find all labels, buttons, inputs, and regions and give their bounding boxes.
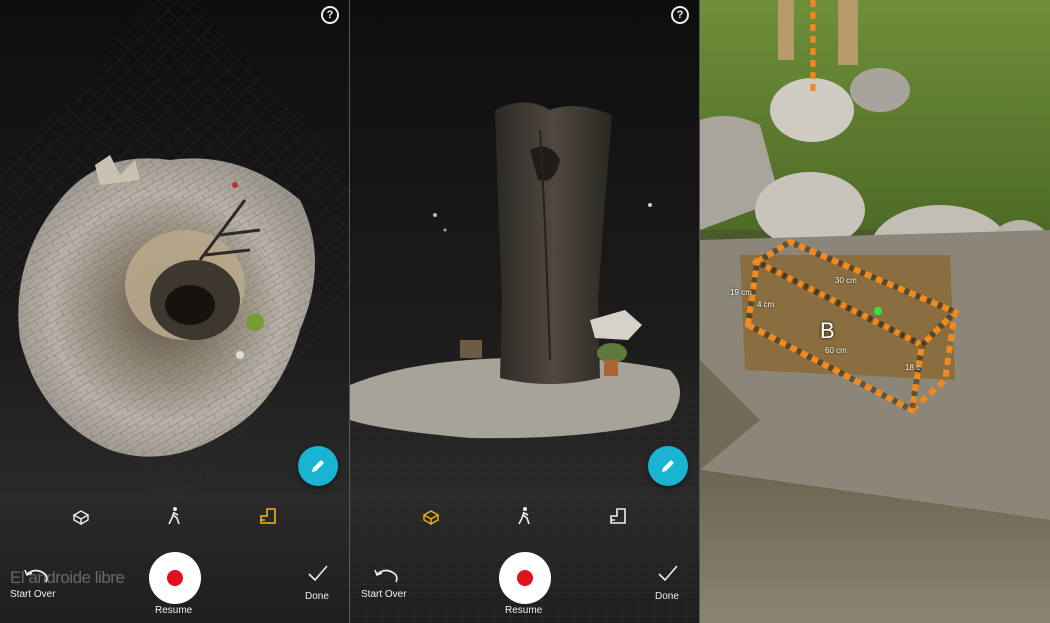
edit-button[interactable] bbox=[298, 446, 338, 486]
record-button[interactable] bbox=[499, 552, 551, 604]
scan-view-side: ? Start Over Resume Done bbox=[350, 0, 699, 623]
walk-icon[interactable] bbox=[513, 505, 535, 527]
cube-icon[interactable] bbox=[420, 505, 442, 527]
done-label: Done bbox=[305, 591, 329, 602]
done-button[interactable]: Done bbox=[650, 564, 686, 604]
measure-dim-side: 18 c bbox=[905, 363, 921, 372]
measure-dim-width-top: 30 cm bbox=[835, 276, 857, 285]
checkmark-icon bbox=[308, 565, 328, 582]
scan-view-topdown: ? Start Over Resume Done El androide lib… bbox=[0, 0, 349, 623]
scan-3d-canvas bbox=[350, 102, 699, 623]
record-button[interactable] bbox=[149, 552, 201, 604]
measure-box-top bbox=[750, 238, 961, 349]
start-over-button[interactable]: Start Over bbox=[361, 568, 414, 602]
record-dot-icon bbox=[167, 570, 183, 586]
scan-3d-canvas bbox=[0, 0, 349, 520]
done-button[interactable]: Done bbox=[300, 564, 336, 604]
start-over-label: Start Over bbox=[10, 589, 56, 600]
resume-label: Resume bbox=[155, 605, 193, 616]
measure-overlay bbox=[744, 0, 961, 415]
done-label: Done bbox=[655, 591, 679, 602]
walk-icon[interactable] bbox=[163, 505, 185, 527]
measure-dim-depth: 4 cm bbox=[757, 300, 775, 309]
ar-measure-view: B 19 cm 4 cm 30 cm 60 cm 18 c bbox=[700, 0, 1050, 623]
cube-icon[interactable] bbox=[70, 505, 92, 527]
pencil-icon bbox=[662, 460, 674, 472]
start-over-label: Start Over bbox=[361, 589, 407, 600]
measure-label-big: B bbox=[820, 318, 835, 343]
help-button[interactable]: ? bbox=[321, 6, 339, 24]
edit-button[interactable] bbox=[648, 446, 688, 486]
watermark-text: El androide libre bbox=[10, 568, 125, 587]
measure-dim-height: 19 cm bbox=[730, 288, 752, 297]
view-mode-bar bbox=[350, 505, 699, 529]
help-button[interactable]: ? bbox=[671, 6, 689, 24]
undo-icon bbox=[374, 569, 398, 583]
checkmark-icon bbox=[658, 565, 678, 582]
measure-point-icon bbox=[874, 307, 882, 315]
resume-label: Resume bbox=[505, 605, 543, 616]
pencil-icon bbox=[312, 460, 324, 472]
capture-controls: Start Over Resume Done bbox=[350, 540, 699, 623]
record-dot-icon bbox=[517, 570, 533, 586]
view-mode-bar bbox=[0, 505, 349, 529]
floor-plan-icon[interactable] bbox=[607, 505, 629, 527]
measure-dim-length: 60 cm bbox=[825, 346, 847, 355]
floor-plan-icon[interactable] bbox=[257, 505, 279, 527]
